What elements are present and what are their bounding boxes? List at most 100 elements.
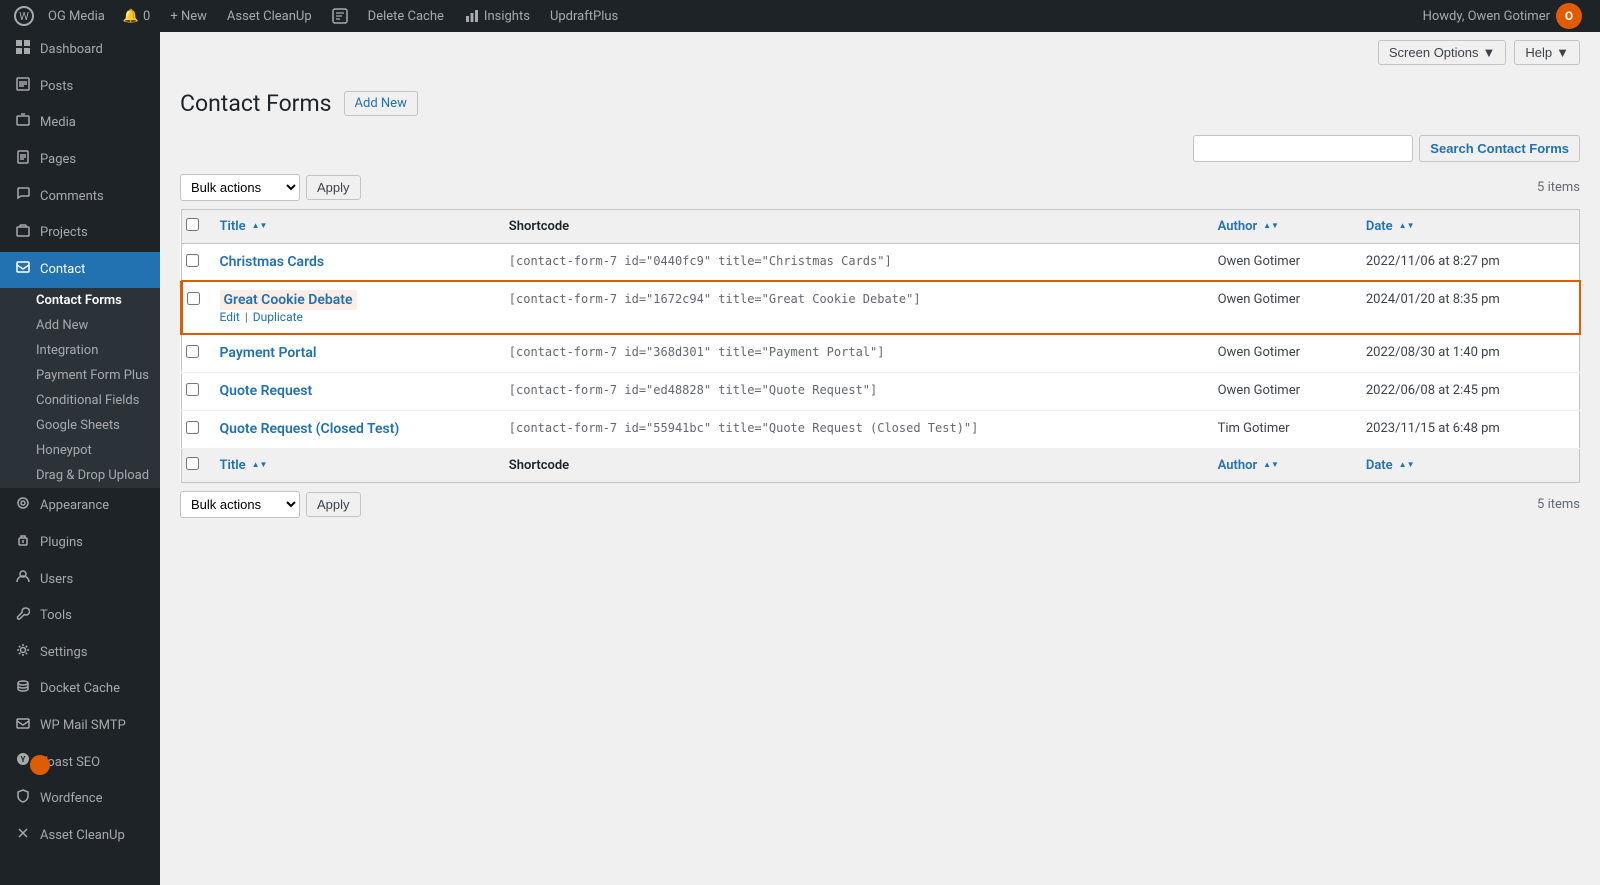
title-column-footer[interactable]: Title ▲▼ [210,448,499,482]
edit-link-1[interactable]: Edit [220,310,240,324]
sidebar-item-posts[interactable]: Posts [0,69,160,106]
form-title-link-3[interactable]: Quote Request [220,383,313,399]
apply-button-bottom[interactable]: Apply [306,492,361,517]
sidebar-item-asset-cleanup[interactable]: Asset CleanUp [0,818,160,855]
select-all-checkbox[interactable] [186,218,199,231]
submenu-add-new[interactable]: Add New [0,313,160,338]
site-name[interactable]: OG Media [40,9,113,24]
submenu-google-sheets[interactable]: Google Sheets [0,413,160,438]
select-all-header [182,209,210,243]
row-select-checkbox-4[interactable] [186,421,199,434]
sidebar-item-wp-mail-smtp[interactable]: WP Mail SMTP [0,708,160,745]
submenu-conditional-fields[interactable]: Conditional Fields [0,388,160,413]
wp-logo[interactable]: W [8,0,40,32]
sidebar-item-tools[interactable]: Tools [0,598,160,635]
row-select-checkbox-1[interactable] [187,292,200,305]
page-title-area: Contact Forms Add New [180,89,1580,119]
adminbar-asset-cleanup[interactable]: Asset CleanUp [217,0,322,32]
form-title-link-0[interactable]: Christmas Cards [220,254,325,270]
author-value-4: Tim Gotimer [1218,421,1290,436]
row-shortcode-cell-0: [contact-form-7 id="0440fc9" title="Chri… [499,243,1208,281]
date-value-1: 2024/01/20 at 8:35 pm [1366,292,1500,307]
sidebar-item-projects[interactable]: Projects [0,215,160,252]
bulk-actions-select-bottom[interactable]: Bulk actions [180,491,300,518]
table-foot-row: Title ▲▼ Shortcode Author ▲▼ [182,448,1580,482]
row-checkbox-4 [182,410,210,448]
adminbar-notifications[interactable]: 🔔 0 [113,0,161,32]
bulk-actions-select-top[interactable]: Bulk actions [180,174,300,201]
table-foot: Title ▲▼ Shortcode Author ▲▼ [182,448,1580,482]
add-new-button[interactable]: Add New [344,91,418,116]
adminbar-cf7[interactable] [322,0,358,32]
help-button[interactable]: Help ▼ [1514,40,1580,65]
form-title-link-1[interactable]: Great Cookie Debate [220,290,357,310]
title-sort-arrows-footer: ▲▼ [252,461,268,469]
sidebar: Dashboard Posts Media Pages Comments [0,32,160,885]
submenu-contact-forms[interactable]: Contact Forms [0,288,160,313]
dashboard-icon [14,40,32,61]
sidebar-item-users[interactable]: Users [0,561,160,598]
sidebar-item-docket-cache[interactable]: Docket Cache [0,671,160,708]
row-title-cell-4: Quote Request (Closed Test) Edit | Dupli… [210,410,499,448]
user-avatar: O [1556,3,1582,29]
adminbar-new[interactable]: + New [160,0,217,32]
search-button[interactable]: Search Contact Forms [1419,135,1580,162]
author-sort-arrows: ▲▼ [1263,222,1279,230]
row-select-checkbox-2[interactable] [186,345,199,358]
date-column-header[interactable]: Date ▲▼ [1356,209,1580,243]
submenu-payment-form-plus[interactable]: Payment Form Plus [0,363,160,388]
date-value-0: 2022/11/06 at 8:27 pm [1366,254,1500,269]
select-all-checkbox-footer[interactable] [186,457,199,470]
date-column-footer[interactable]: Date ▲▼ [1356,448,1580,482]
duplicate-link-1[interactable]: Duplicate [253,310,303,324]
sidebar-item-pages[interactable]: Pages [0,142,160,179]
tools-icon [14,606,32,627]
submenu-integration[interactable]: Integration [0,338,160,363]
svg-text:Y: Y [21,755,26,764]
forms-table: Title ▲▼ Shortcode Author ▲▼ [180,209,1580,483]
sidebar-item-dashboard[interactable]: Dashboard [0,32,160,69]
row-author-cell-0: Owen Gotimer [1208,243,1356,281]
date-sort-arrows-footer: ▲▼ [1399,461,1415,469]
row-date-cell-3: 2022/06/08 at 2:45 pm [1356,372,1580,410]
adminbar-insights[interactable]: Insights [454,0,540,32]
sidebar-item-wordfence[interactable]: Wordfence [0,781,160,818]
author-value-2: Owen Gotimer [1218,345,1300,360]
row-select-checkbox-0[interactable] [186,254,199,267]
row-author-cell-4: Tim Gotimer [1208,410,1356,448]
title-column-header[interactable]: Title ▲▼ [210,209,499,243]
author-value-0: Owen Gotimer [1218,254,1300,269]
row-title-cell-1: Great Cookie Debate Edit | Duplicate [210,281,499,334]
sidebar-item-settings[interactable]: Settings [0,635,160,672]
adminbar-user[interactable]: Howdy, Owen Gotimer O [1413,3,1592,29]
row-checkbox-3 [182,372,210,410]
sidebar-item-appearance[interactable]: Appearance [0,488,160,525]
author-column-footer[interactable]: Author ▲▼ [1208,448,1356,482]
date-value-2: 2022/08/30 at 1:40 pm [1366,345,1500,360]
bulk-actions-area-bottom: Bulk actions Apply [180,491,361,518]
wp-mail-smtp-icon [14,716,32,737]
row-checkbox-0 [182,243,210,281]
bulk-actions-area-top: Bulk actions Apply [180,174,361,201]
submenu-honeypot[interactable]: Honeypot [0,438,160,463]
date-value-4: 2023/11/15 at 6:48 pm [1366,421,1500,436]
author-value-3: Owen Gotimer [1218,383,1300,398]
adminbar-updraftplus[interactable]: UpdraftPlus [540,0,628,32]
author-column-header[interactable]: Author ▲▼ [1208,209,1356,243]
sidebar-item-media[interactable]: Media [0,105,160,142]
sidebar-item-contact[interactable]: Contact [0,252,160,289]
search-input[interactable] [1193,135,1413,162]
screen-options-button[interactable]: Screen Options ▼ [1378,40,1506,65]
row-select-checkbox-3[interactable] [186,383,199,396]
form-title-link-2[interactable]: Payment Portal [220,345,317,361]
table-row: Payment Portal Edit | Duplicate [contact… [182,334,1580,372]
row-date-cell-2: 2022/08/30 at 1:40 pm [1356,334,1580,372]
adminbar-delete-cache[interactable]: Delete Cache [358,0,454,32]
items-count-top: 5 items [1537,180,1580,195]
sidebar-item-yoast-seo[interactable]: Y Yoast SEO [0,744,160,781]
form-title-link-4[interactable]: Quote Request (Closed Test) [220,421,400,437]
apply-button-top[interactable]: Apply [306,175,361,200]
sidebar-item-comments[interactable]: Comments [0,178,160,215]
sidebar-item-plugins[interactable]: Plugins [0,525,160,562]
submenu-drag-drop-upload[interactable]: Drag & Drop Upload [0,463,160,488]
